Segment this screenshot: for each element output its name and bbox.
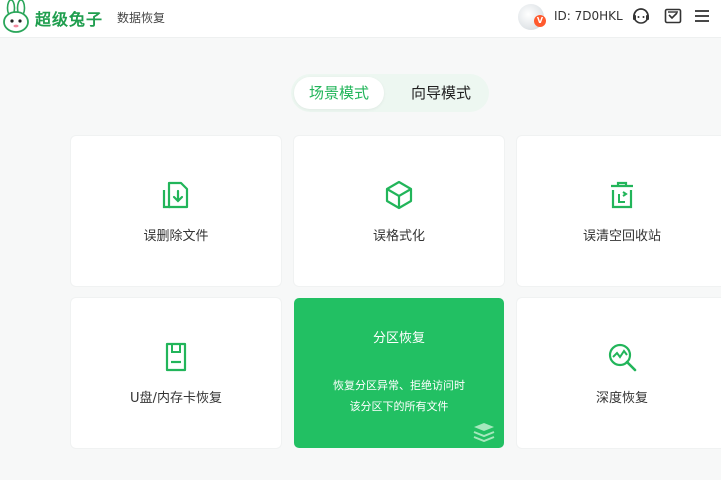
tab-scene-mode[interactable]: 场景模式 bbox=[294, 77, 384, 109]
support-icon[interactable] bbox=[631, 6, 651, 26]
mode-switch: 场景模式 向导模式 bbox=[291, 74, 489, 112]
card-formatted[interactable]: 误格式化 bbox=[294, 136, 504, 286]
layers-icon bbox=[472, 422, 496, 443]
card-label: 误删除文件 bbox=[143, 229, 209, 244]
card-deep-recovery[interactable]: 深度恢复 bbox=[517, 298, 721, 448]
deep-search-icon bbox=[605, 340, 639, 374]
brand-subtitle: 数据恢复 bbox=[117, 11, 166, 25]
card-label: 深度恢复 bbox=[595, 391, 648, 406]
description-line: 恢复分区异常、拒绝访问时 bbox=[333, 379, 465, 392]
cube-icon bbox=[382, 178, 416, 212]
card-label: 误清空回收站 bbox=[582, 229, 661, 244]
card-deleted-files[interactable]: 误删除文件 bbox=[71, 136, 281, 286]
card-description: 恢复分区异常、拒绝访问时 该分区下的所有文件 bbox=[294, 375, 504, 417]
description-line: 该分区下的所有文件 bbox=[349, 400, 449, 413]
top-bar: 超级兔子 数据恢复 V ID: 7D0HKL bbox=[0, 0, 721, 38]
card-title: 分区恢复 bbox=[372, 331, 425, 346]
brand-name: 超级兔子 bbox=[35, 10, 104, 29]
menu-icon[interactable] bbox=[692, 6, 712, 26]
file-restore-icon bbox=[159, 178, 193, 212]
card-partition-recovery[interactable]: 分区恢复 恢复分区异常、拒绝访问时 该分区下的所有文件 bbox=[294, 298, 504, 448]
user-id: ID: 7D0HKL bbox=[554, 9, 623, 23]
tab-wizard-mode[interactable]: 向导模式 bbox=[395, 77, 487, 109]
sd-card-icon bbox=[159, 340, 193, 374]
card-recycle-bin[interactable]: 误清空回收站 bbox=[517, 136, 721, 286]
message-icon[interactable] bbox=[663, 6, 683, 26]
recycle-bin-icon bbox=[605, 178, 639, 212]
rabbit-logo-icon bbox=[2, 0, 30, 34]
vip-badge: V bbox=[534, 15, 546, 27]
card-label: 误格式化 bbox=[372, 229, 425, 244]
card-label: U盘/内存卡恢复 bbox=[130, 391, 222, 406]
card-usb-sd[interactable]: U盘/内存卡恢复 bbox=[71, 298, 281, 448]
